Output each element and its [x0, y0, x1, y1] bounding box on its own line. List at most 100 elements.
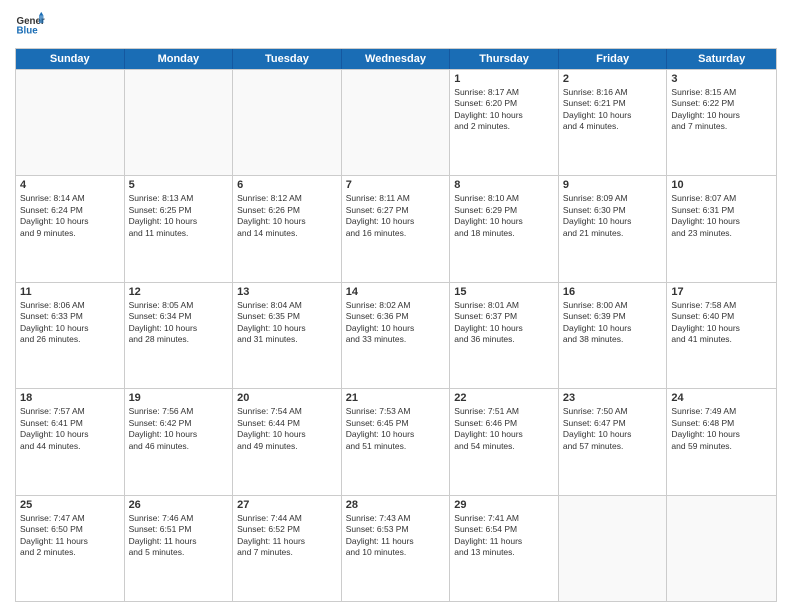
day-info: Sunrise: 8:06 AM Sunset: 6:33 PM Dayligh… — [20, 300, 120, 346]
empty-cell — [16, 70, 125, 175]
empty-cell — [125, 70, 234, 175]
day-number: 8 — [454, 179, 554, 191]
day-cell-10: 10 Sunrise: 8:07 AM Sunset: 6:31 PM Dayli… — [667, 176, 776, 281]
day-cell-9: 9 Sunrise: 8:09 AM Sunset: 6:30 PM Daylig… — [559, 176, 668, 281]
day-cell-29: 29 Sunrise: 7:41 AM Sunset: 6:54 PM Dayli… — [450, 496, 559, 601]
day-cell-24: 24 Sunrise: 7:49 AM Sunset: 6:48 PM Dayli… — [667, 389, 776, 494]
day-info: Sunrise: 7:43 AM Sunset: 6:53 PM Dayligh… — [346, 513, 446, 559]
day-cell-7: 7 Sunrise: 8:11 AM Sunset: 6:27 PM Daylig… — [342, 176, 451, 281]
weekday-header-thursday: Thursday — [450, 49, 559, 69]
day-cell-26: 26 Sunrise: 7:46 AM Sunset: 6:51 PM Dayli… — [125, 496, 234, 601]
day-cell-27: 27Sunrise: 7:44 AM Sunset: 6:52 PM Dayli… — [233, 496, 342, 601]
day-cell-4: 4 Sunrise: 8:14 AM Sunset: 6:24 PM Daylig… — [16, 176, 125, 281]
calendar-row-0: 1 Sunrise: 8:17 AM Sunset: 6:20 PM Daylig… — [16, 69, 776, 175]
empty-cell — [559, 496, 668, 601]
logo: General Blue — [15, 10, 45, 40]
day-cell-5: 5 Sunrise: 8:13 AM Sunset: 6:25 PM Daylig… — [125, 176, 234, 281]
day-info: Sunrise: 7:57 AM Sunset: 6:41 PM Dayligh… — [20, 406, 120, 452]
calendar-row-1: 4 Sunrise: 8:14 AM Sunset: 6:24 PM Daylig… — [16, 175, 776, 281]
day-number: 22 — [454, 392, 554, 404]
weekday-header-tuesday: Tuesday — [233, 49, 342, 69]
day-info: Sunrise: 7:50 AM Sunset: 6:47 PM Dayligh… — [563, 406, 663, 452]
day-info: Sunrise: 8:09 AM Sunset: 6:30 PM Dayligh… — [563, 193, 663, 239]
day-number: 25 — [20, 499, 120, 511]
day-cell-16: 16 Sunrise: 8:00 AM Sunset: 6:39 PM Dayli… — [559, 283, 668, 388]
empty-cell — [233, 70, 342, 175]
day-info: Sunrise: 8:05 AM Sunset: 6:34 PM Dayligh… — [129, 300, 229, 346]
day-info: Sunrise: 7:46 AM Sunset: 6:51 PM Dayligh… — [129, 513, 229, 559]
day-number: 18 — [20, 392, 120, 404]
day-cell-13: 13 Sunrise: 8:04 AM Sunset: 6:35 PM Dayli… — [233, 283, 342, 388]
weekday-header-saturday: Saturday — [667, 49, 776, 69]
day-cell-19: 19 Sunrise: 7:56 AM Sunset: 6:42 PM Dayli… — [125, 389, 234, 494]
calendar-body: 1 Sunrise: 8:17 AM Sunset: 6:20 PM Daylig… — [16, 69, 776, 601]
day-cell-20: 20 Sunrise: 7:54 AM Sunset: 6:44 PM Dayli… — [233, 389, 342, 494]
day-info: Sunrise: 8:11 AM Sunset: 6:27 PM Dayligh… — [346, 193, 446, 239]
day-cell-23: 23 Sunrise: 7:50 AM Sunset: 6:47 PM Dayli… — [559, 389, 668, 494]
day-number: 9 — [563, 179, 663, 191]
day-number: 21 — [346, 392, 446, 404]
calendar-header: SundayMondayTuesdayWednesdayThursdayFrid… — [16, 49, 776, 69]
day-number: 6 — [237, 179, 337, 191]
day-info: Sunrise: 8:12 AM Sunset: 6:26 PM Dayligh… — [237, 193, 337, 239]
day-info: Sunrise: 7:41 AM Sunset: 6:54 PM Dayligh… — [454, 513, 554, 559]
day-number: 3 — [671, 73, 772, 85]
weekday-header-sunday: Sunday — [16, 49, 125, 69]
day-cell-25: 25 Sunrise: 7:47 AM Sunset: 6:50 PM Dayli… — [16, 496, 125, 601]
day-info: Sunrise: 8:01 AM Sunset: 6:37 PM Dayligh… — [454, 300, 554, 346]
day-number: 20 — [237, 392, 337, 404]
day-info: Sunrise: 8:10 AM Sunset: 6:29 PM Dayligh… — [454, 193, 554, 239]
day-info: Sunrise: 7:56 AM Sunset: 6:42 PM Dayligh… — [129, 406, 229, 452]
logo-icon: General Blue — [15, 10, 45, 40]
day-cell-14: 14Sunrise: 8:02 AM Sunset: 6:36 PM Dayli… — [342, 283, 451, 388]
day-number: 29 — [454, 499, 554, 511]
day-info: Sunrise: 8:16 AM Sunset: 6:21 PM Dayligh… — [563, 87, 663, 133]
day-cell-1: 1 Sunrise: 8:17 AM Sunset: 6:20 PM Daylig… — [450, 70, 559, 175]
day-cell-11: 11 Sunrise: 8:06 AM Sunset: 6:33 PM Dayli… — [16, 283, 125, 388]
day-info: Sunrise: 8:04 AM Sunset: 6:35 PM Dayligh… — [237, 300, 337, 346]
day-number: 17 — [671, 286, 772, 298]
day-cell-17: 17Sunrise: 7:58 AM Sunset: 6:40 PM Dayli… — [667, 283, 776, 388]
day-cell-18: 18 Sunrise: 7:57 AM Sunset: 6:41 PM Dayli… — [16, 389, 125, 494]
day-cell-28: 28Sunrise: 7:43 AM Sunset: 6:53 PM Dayli… — [342, 496, 451, 601]
day-number: 13 — [237, 286, 337, 298]
day-cell-15: 15 Sunrise: 8:01 AM Sunset: 6:37 PM Dayli… — [450, 283, 559, 388]
day-number: 5 — [129, 179, 229, 191]
day-info: Sunrise: 8:13 AM Sunset: 6:25 PM Dayligh… — [129, 193, 229, 239]
calendar: SundayMondayTuesdayWednesdayThursdayFrid… — [15, 48, 777, 602]
day-number: 15 — [454, 286, 554, 298]
day-number: 16 — [563, 286, 663, 298]
day-number: 10 — [671, 179, 772, 191]
day-info: Sunrise: 7:47 AM Sunset: 6:50 PM Dayligh… — [20, 513, 120, 559]
day-number: 4 — [20, 179, 120, 191]
weekday-header-monday: Monday — [125, 49, 234, 69]
day-number: 27 — [237, 499, 337, 511]
day-info: Sunrise: 7:53 AM Sunset: 6:45 PM Dayligh… — [346, 406, 446, 452]
calendar-row-4: 25 Sunrise: 7:47 AM Sunset: 6:50 PM Dayli… — [16, 495, 776, 601]
day-number: 12 — [129, 286, 229, 298]
day-number: 24 — [671, 392, 772, 404]
day-info: Sunrise: 8:15 AM Sunset: 6:22 PM Dayligh… — [671, 87, 772, 133]
day-number: 2 — [563, 73, 663, 85]
day-cell-6: 6 Sunrise: 8:12 AM Sunset: 6:26 PM Daylig… — [233, 176, 342, 281]
day-number: 26 — [129, 499, 229, 511]
day-number: 1 — [454, 73, 554, 85]
day-info: Sunrise: 7:51 AM Sunset: 6:46 PM Dayligh… — [454, 406, 554, 452]
day-cell-2: 2 Sunrise: 8:16 AM Sunset: 6:21 PM Daylig… — [559, 70, 668, 175]
day-cell-12: 12 Sunrise: 8:05 AM Sunset: 6:34 PM Dayli… — [125, 283, 234, 388]
day-info: Sunrise: 8:00 AM Sunset: 6:39 PM Dayligh… — [563, 300, 663, 346]
day-info: Sunrise: 8:07 AM Sunset: 6:31 PM Dayligh… — [671, 193, 772, 239]
day-info: Sunrise: 8:02 AM Sunset: 6:36 PM Dayligh… — [346, 300, 446, 346]
day-number: 19 — [129, 392, 229, 404]
weekday-header-friday: Friday — [559, 49, 668, 69]
empty-cell — [667, 496, 776, 601]
day-info: Sunrise: 8:14 AM Sunset: 6:24 PM Dayligh… — [20, 193, 120, 239]
day-number: 11 — [20, 286, 120, 298]
day-info: Sunrise: 7:49 AM Sunset: 6:48 PM Dayligh… — [671, 406, 772, 452]
calendar-row-3: 18 Sunrise: 7:57 AM Sunset: 6:41 PM Dayli… — [16, 388, 776, 494]
day-info: Sunrise: 7:54 AM Sunset: 6:44 PM Dayligh… — [237, 406, 337, 452]
day-info: Sunrise: 8:17 AM Sunset: 6:20 PM Dayligh… — [454, 87, 554, 133]
day-cell-3: 3 Sunrise: 8:15 AM Sunset: 6:22 PM Daylig… — [667, 70, 776, 175]
day-number: 23 — [563, 392, 663, 404]
day-number: 7 — [346, 179, 446, 191]
